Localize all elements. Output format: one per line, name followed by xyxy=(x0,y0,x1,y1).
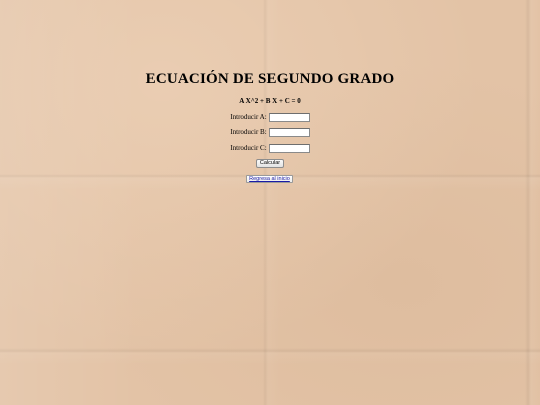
back-to-home-link[interactable]: Regresa al inicio xyxy=(246,175,293,183)
input-c[interactable] xyxy=(268,143,310,153)
field-row-a: Introducir A: xyxy=(0,111,540,123)
calculate-button[interactable]: Calcular xyxy=(256,159,284,168)
field-row-c: Introducir C: xyxy=(0,142,540,154)
input-a[interactable] xyxy=(268,112,310,122)
field-c-label: Introducir C: xyxy=(230,144,267,152)
input-b[interactable] xyxy=(268,127,310,137)
field-a-label: Introducir A: xyxy=(230,113,267,121)
field-b-label: Introducir B: xyxy=(230,128,267,136)
page-title: ECUACIÓN DE SEGUNDO GRADO xyxy=(145,71,395,87)
field-row-b: Introducir B: xyxy=(0,126,540,138)
equation-formula: A X^2 + B X + C = 0 xyxy=(239,97,301,105)
